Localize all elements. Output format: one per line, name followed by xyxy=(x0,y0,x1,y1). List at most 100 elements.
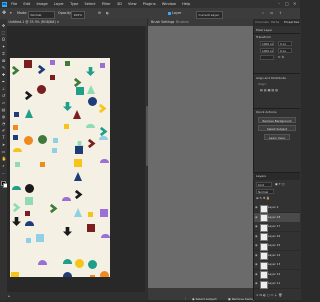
search-icon[interactable]: ⌕ xyxy=(262,8,264,19)
menu-view[interactable]: View xyxy=(128,0,137,8)
pen-icon[interactable]: ✐ xyxy=(2,129,6,133)
tab-brushes[interactable]: Brushes xyxy=(176,19,189,26)
marquee-icon[interactable]: ⬚ xyxy=(2,31,6,35)
menu-type[interactable]: Type xyxy=(70,0,78,8)
tab-properties[interactable]: Properties xyxy=(284,19,299,26)
visibility-icon[interactable]: ◉ xyxy=(255,263,258,266)
hand-icon[interactable]: ✋ xyxy=(2,157,7,161)
menu-image[interactable]: Image xyxy=(36,0,47,8)
eyedropper-icon[interactable]: ✎ xyxy=(2,66,6,70)
layer-name[interactable]: Layer 12 xyxy=(268,270,280,279)
x-field[interactable]: 0 px xyxy=(278,41,292,46)
visibility-icon[interactable]: ◉ xyxy=(255,244,258,247)
menu-window[interactable]: Window xyxy=(162,0,176,8)
layer-name[interactable]: Layer 14 xyxy=(268,251,280,260)
gradient-icon[interactable]: ▤ xyxy=(2,108,6,112)
align-icons[interactable]: ▤ ▥ ▦ ▧ ▨ xyxy=(260,88,278,92)
refine-icon[interactable]: ◐ xyxy=(106,8,109,19)
tab-channels[interactable]: Channels xyxy=(255,19,269,26)
history-brush-icon[interactable]: ↺ xyxy=(2,94,6,98)
layer-name[interactable]: Layer 2 xyxy=(268,203,278,212)
layer-row[interactable]: ◉ Layer 16 xyxy=(254,231,300,242)
tab-brush-settings[interactable]: Brush Settings xyxy=(151,19,174,26)
menu-help[interactable]: Help xyxy=(182,0,190,8)
opacity-field[interactable]: 100% xyxy=(71,10,85,19)
layer-name[interactable]: Layer 17 xyxy=(268,222,280,231)
share-icon[interactable]: ⇪ xyxy=(279,8,282,19)
more-tools-icon[interactable]: … xyxy=(2,171,6,175)
visibility-icon[interactable]: ◉ xyxy=(255,234,258,238)
menu-select[interactable]: Select xyxy=(84,0,95,8)
sample-dropdown[interactable]: Current Layer xyxy=(196,10,223,19)
blend-mode-dropdown[interactable]: Normal xyxy=(256,189,274,194)
remove-background-quick-button[interactable]: Remove Background xyxy=(258,117,296,123)
select-subject-button[interactable]: ◉ Select subject xyxy=(192,296,217,302)
width-field[interactable]: 1000 px xyxy=(260,41,274,46)
y-field[interactable]: 0 px xyxy=(278,48,292,53)
type-icon[interactable]: T xyxy=(2,136,6,140)
layer-name[interactable]: Layer 11 xyxy=(268,279,280,288)
close-icon[interactable]: ✕ xyxy=(293,0,296,8)
menu-layer[interactable]: Layer xyxy=(54,0,64,8)
layer-actions-icons[interactable]: ∞ fx ◐ ▢ ▭ ＋ 🗑 xyxy=(256,293,282,297)
move-tool-icon[interactable]: ✥ xyxy=(2,8,6,19)
drag-handle-icon[interactable]: ⋮ xyxy=(184,296,187,300)
flip-icons[interactable]: ⇋ ⇅ xyxy=(278,55,284,59)
eraser-icon[interactable]: ▱ xyxy=(2,101,6,105)
auto-select-checkbox[interactable]: Layer xyxy=(168,8,181,19)
mode-dropdown[interactable]: Normal xyxy=(28,10,55,19)
workspace-icon[interactable]: ▭ xyxy=(270,8,273,19)
frame-icon[interactable]: ⊠ xyxy=(2,59,6,63)
menu-file[interactable]: File xyxy=(11,0,17,8)
layer-name[interactable]: Layer 16 xyxy=(268,232,280,241)
angle-field[interactable] xyxy=(260,55,274,60)
lock-icons[interactable]: ⊞ ✎ ✥ 🔒 xyxy=(256,196,270,200)
layer-name[interactable]: Layer 15 xyxy=(268,241,280,250)
select-subject-quick-button[interactable]: Select Subject xyxy=(258,125,296,131)
height-field[interactable]: 1000 px xyxy=(260,48,274,53)
artboard[interactable] xyxy=(10,58,110,277)
layer-row[interactable]: ◉ Layer 14 xyxy=(254,250,300,261)
visibility-icon[interactable]: ◉ xyxy=(255,253,258,257)
crop-icon[interactable]: ⌗ xyxy=(2,52,6,56)
layer-row[interactable]: ◉ Layer 2 xyxy=(254,203,300,213)
stamp-icon[interactable]: ⊥ xyxy=(2,87,6,91)
path-select-icon[interactable]: ➤ xyxy=(2,143,6,147)
layer-row[interactable]: ◉ Layer 15 xyxy=(254,241,300,251)
visibility-icon[interactable]: ◉ xyxy=(255,272,258,276)
visibility-icon[interactable]: ◉ xyxy=(255,215,258,219)
visibility-icon[interactable]: ◉ xyxy=(255,282,258,285)
menu-plugins[interactable]: Plugins xyxy=(143,0,156,8)
layer-row[interactable]: ◉ Layer 18 xyxy=(254,212,300,223)
brush-icon[interactable]: ✒ xyxy=(2,80,6,84)
maximize-icon[interactable]: □ xyxy=(285,0,289,8)
tool-preset-icon[interactable]: ▾ xyxy=(10,8,12,19)
document-tab[interactable]: Untitled-1 @ 33.3% (RGB/8#) ✕ xyxy=(7,19,147,26)
learn-more-button[interactable]: Learn more xyxy=(264,134,290,140)
filter-icons[interactable]: ▣ T ◫ xyxy=(275,182,284,186)
menu-filter[interactable]: Filter xyxy=(102,0,111,8)
visibility-icon[interactable]: ◉ xyxy=(255,206,258,209)
minimize-icon[interactable]: – xyxy=(278,0,280,8)
move-icon[interactable]: ✥ xyxy=(2,24,6,28)
layer-name[interactable]: Layer 18 xyxy=(268,213,280,222)
layer-row[interactable]: ◉ Layer 13 xyxy=(254,260,300,270)
magic-wand-icon[interactable]: ✦ xyxy=(2,45,6,49)
settings-icon[interactable]: ⚙ xyxy=(98,8,101,19)
healing-icon[interactable]: ✚ xyxy=(2,73,6,77)
layer-row[interactable]: ◉ Layer 17 xyxy=(254,222,300,232)
lasso-icon[interactable]: ʘ xyxy=(2,38,6,42)
menu-edit[interactable]: Edit xyxy=(23,0,30,8)
layer-row[interactable]: ◉ Layer 12 xyxy=(254,269,300,280)
menu-3d[interactable]: 3D xyxy=(117,0,122,8)
tab-layers[interactable]: Layers xyxy=(256,173,266,180)
rectangle-icon[interactable]: ▭ xyxy=(2,150,6,154)
zoom-icon[interactable]: ⌕ xyxy=(2,164,6,168)
tab-paths[interactable]: Paths xyxy=(271,19,279,26)
layer-row[interactable]: ◉ Layer 11 xyxy=(254,279,300,289)
kind-filter[interactable]: Kind xyxy=(256,182,272,187)
layer-name[interactable]: Layer 13 xyxy=(268,260,280,269)
blur-icon[interactable]: ◍ xyxy=(2,115,6,119)
visibility-icon[interactable]: ◉ xyxy=(255,225,258,228)
dodge-icon[interactable]: ◔ xyxy=(2,122,6,126)
